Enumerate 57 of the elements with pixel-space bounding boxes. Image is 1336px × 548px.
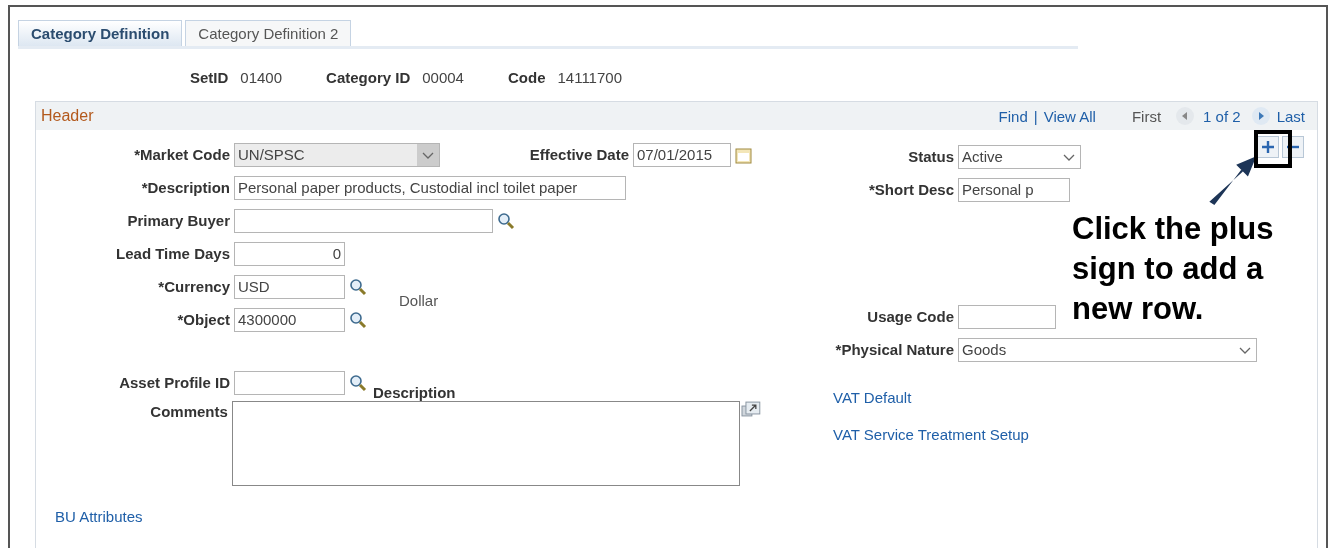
- plus-icon: [1261, 140, 1275, 154]
- page-count: 1 of 2: [1203, 107, 1241, 125]
- input-field[interactable]: 0: [234, 241, 345, 266]
- date-field[interactable]: 07/01/2015: [633, 142, 731, 167]
- field-label: *Short Desc: [867, 181, 955, 198]
- next-icon[interactable]: [1250, 106, 1271, 126]
- input-field[interactable]: Personal paper products, Custodial incl toilet paper: [234, 175, 626, 200]
- field-label: Asset Profile ID: [118, 374, 231, 391]
- field-label: *Market Code: [133, 146, 231, 163]
- key-value: 00004: [422, 69, 464, 88]
- separator: |: [1033, 107, 1038, 125]
- calendar-icon[interactable]: [735, 145, 752, 164]
- key-value: 01400: [240, 69, 283, 88]
- tab[interactable]: Category Definition 2: [185, 20, 352, 46]
- key-label: Code: [507, 69, 546, 88]
- search-icon[interactable]: [349, 373, 367, 392]
- comments-textarea[interactable]: [231, 401, 741, 486]
- field-label: *Currency: [157, 278, 231, 295]
- dropdown-field[interactable]: Goods: [958, 337, 1257, 362]
- currency-description: Dollar: [399, 292, 439, 311]
- search-icon[interactable]: [349, 277, 367, 296]
- highlight-frame: [1254, 130, 1292, 168]
- field-label: Usage Code: [866, 308, 955, 325]
- bu-attributes-link[interactable]: BU Attributes: [55, 508, 761, 525]
- add-row-button[interactable]: [1257, 136, 1279, 158]
- vat-link[interactable]: VAT Default: [833, 389, 1317, 406]
- search-icon[interactable]: [497, 211, 515, 230]
- field-label: Effective Date: [528, 146, 630, 163]
- field-label: *Physical Nature: [834, 341, 955, 358]
- view-all-link[interactable]: View All: [1043, 107, 1096, 125]
- expand-icon[interactable]: [741, 401, 761, 419]
- description-label: Description: [373, 384, 457, 401]
- find-link[interactable]: Find: [998, 107, 1028, 125]
- tab[interactable]: Category Definition: [18, 20, 183, 46]
- search-icon[interactable]: [349, 310, 367, 329]
- input-field[interactable]: USD: [234, 274, 345, 299]
- field-label: *Object: [176, 311, 231, 328]
- field-label: Status: [907, 148, 955, 165]
- input-field[interactable]: Personal p: [958, 177, 1070, 202]
- first-label: First: [1131, 107, 1162, 125]
- field-label: Primary Buyer: [126, 212, 231, 229]
- input-field[interactable]: [234, 208, 493, 233]
- last-link[interactable]: Last: [1276, 107, 1305, 125]
- input-field[interactable]: [234, 370, 345, 395]
- key-value: 14111700: [557, 69, 622, 88]
- panel-title: Header: [41, 107, 95, 125]
- previous-icon[interactable]: [1175, 106, 1196, 126]
- callout-text: Click the plus sign to add a new row.: [1072, 210, 1275, 328]
- key-label: Category ID: [326, 69, 411, 88]
- field-label: Comments: [149, 402, 229, 422]
- field-label: Lead Time Days: [115, 245, 231, 262]
- dropdown-field[interactable]: Active: [958, 144, 1081, 169]
- input-field[interactable]: [958, 304, 1056, 329]
- input-field[interactable]: 4300000: [234, 307, 345, 332]
- field-label: *Description: [140, 179, 231, 196]
- key-label: SetID: [190, 69, 229, 88]
- vat-link[interactable]: VAT Service Treatment Setup: [833, 426, 1317, 443]
